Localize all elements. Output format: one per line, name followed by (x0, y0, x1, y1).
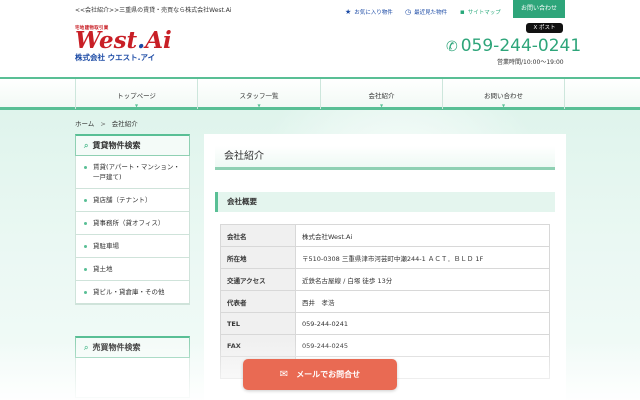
sidebar-item-building[interactable]: 貸ビル・貸倉庫・その他 (76, 281, 189, 304)
row-label: FAX (220, 334, 296, 357)
recent-link-label: 最近見た物件 (414, 10, 448, 16)
sitemap-icon: ▪ (460, 8, 465, 16)
favorites-link-label: お気に入り物件 (354, 10, 393, 16)
sidebar-item-parking[interactable]: 貸駐車場 (76, 235, 189, 258)
nav-item-contact[interactable]: お問い合わせ ▼ (442, 79, 565, 109)
site-logo[interactable]: 宅地建物取引業 West.Ai 株式会社 ウエスト.アイ (75, 25, 172, 62)
phone-number: 059-244-0241 (460, 36, 582, 56)
chevron-down-icon: ▼ (379, 103, 384, 108)
logo-company-name: 株式会社 ウエスト.アイ (75, 53, 156, 62)
sidebar-item-residential[interactable]: 賃貸(アパート・マンション・一戸建て) (76, 156, 189, 189)
row-label: 会社名 (220, 224, 296, 247)
main-area: ホーム > 会社紹介 ⌕ 賃貸物件検索 賃貸(アパート・マンション・一戸建て) 貸店舗… (0, 110, 640, 400)
x-post-button[interactable]: X ポスト (526, 23, 563, 33)
sitemap-link[interactable]: ▪ サイトマップ (460, 8, 501, 16)
sidebar-list: 賃貸(アパート・マンション・一戸建て) 貸店舗（テナント） 貸事務所（貸オフィス… (75, 156, 190, 305)
phone-icon: ✆ (446, 39, 458, 55)
sitemap-link-label: サイトマップ (467, 10, 501, 16)
recent-link[interactable]: ◷ 最近見た物件 (405, 8, 447, 16)
envelope-icon: ✉ (279, 369, 289, 380)
nav-item-label: 会社紹介 (368, 92, 395, 100)
row-value: 西井 孝浩 (295, 290, 550, 313)
search-icon: ⌕ (84, 141, 89, 150)
header-phone[interactable]: ✆ 059-244-0241 (446, 36, 581, 56)
breadcrumb: ホーム > 会社紹介 (75, 118, 138, 128)
nav-item-staff[interactable]: スタッフ一覧 ▼ (197, 79, 320, 109)
table-row: 交通アクセス 近鉄名古屋線 / 白塚 徒歩 13分 (220, 268, 550, 291)
chevron-down-icon: ▼ (134, 103, 139, 108)
table-row: FAX 059-244-0245 (220, 334, 550, 357)
row-value: 〒510-0308 三重県津市河芸町中瀬244-1 ＡＣＴ．ＢＬＤ 1F (295, 246, 550, 269)
business-hours: 営業時間/10:00～19:00 (497, 59, 564, 66)
table-row: 代表者 西井 孝浩 (220, 290, 550, 313)
row-value: 059-244-0241 (295, 312, 550, 335)
breadcrumb-current: 会社紹介 (111, 120, 138, 128)
nav-item-company[interactable]: 会社紹介 ▼ (320, 79, 442, 109)
table-row: 会社名 株式会社West.Ai (220, 224, 550, 247)
site-header: <<会社紹介>>三重県の賃貸・売買なら株式会社West.Ai 宅地建物取引業 W… (0, 0, 640, 77)
nav-item-top[interactable]: トップページ ▼ (75, 79, 197, 109)
mail-button-label: メールでお問合せ (296, 370, 361, 379)
sidebar-item-shop[interactable]: 貸店舗（テナント） (76, 189, 189, 212)
row-value: 株式会社West.Ai (295, 224, 550, 247)
section-title: 会社概要 (215, 192, 555, 212)
sidebar-sale-list (75, 358, 190, 398)
sidebar-sale-search: ⌕ 売買物件検索 (75, 336, 190, 398)
header-contact-button[interactable]: お問い合わせ (513, 0, 565, 18)
nav-item-label: スタッフ一覧 (239, 92, 279, 100)
table-row: TEL 059-244-0241 (220, 312, 550, 335)
search-icon: ⌕ (84, 343, 89, 352)
mail-inquiry-button[interactable]: ✉ メールでお問合せ (243, 359, 397, 390)
breadcrumb-home[interactable]: ホーム (75, 120, 94, 128)
nav-item-label: トップページ (117, 92, 156, 100)
logo-wordmark: West.Ai (75, 27, 172, 54)
row-label: 所在地 (220, 246, 296, 269)
breadcrumb-separator: > (100, 120, 106, 128)
company-overview-table: 会社名 株式会社West.Ai 所在地 〒510-0308 三重県津市河芸町中瀬24… (220, 224, 550, 379)
global-nav: トップページ ▼ スタッフ一覧 ▼ 会社紹介 ▼ お問い合わせ ▼ (0, 77, 640, 110)
star-icon: ★ (345, 8, 352, 16)
row-value: 059-244-0245 (295, 334, 550, 357)
nav-item-label: お問い合わせ (484, 92, 523, 100)
row-label: TEL (220, 312, 296, 335)
table-row: 所在地 〒510-0308 三重県津市河芸町中瀬244-1 ＡＣＴ．ＢＬＤ 1F (220, 246, 550, 269)
row-label: 代表者 (220, 290, 296, 313)
sidebar-heading: ⌕ 賃貸物件検索 (75, 134, 190, 156)
chevron-down-icon: ▼ (501, 103, 506, 108)
row-label: 交通アクセス (220, 268, 296, 291)
sidebar-heading: ⌕ 売買物件検索 (75, 336, 190, 358)
clock-icon: ◷ (405, 8, 412, 16)
header-tagline: <<会社紹介>>三重県の賃貸・売買なら株式会社West.Ai (75, 7, 232, 14)
favorites-link[interactable]: ★ お気に入り物件 (345, 8, 393, 16)
sidebar-rental-search: ⌕ 賃貸物件検索 賃貸(アパート・マンション・一戸建て) 貸店舗（テナント） 貸事… (75, 134, 190, 305)
sidebar-item-office[interactable]: 貸事務所（貸オフィス） (76, 212, 189, 235)
sidebar-item-land[interactable]: 貸土地 (76, 258, 189, 281)
chevron-down-icon: ▼ (257, 103, 261, 108)
page-title: 会社紹介 (215, 146, 555, 170)
row-value: 近鉄名古屋線 / 白塚 徒歩 13分 (295, 268, 550, 291)
